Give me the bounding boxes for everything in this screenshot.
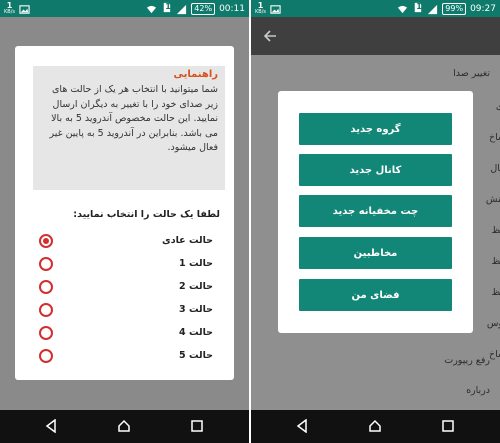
new-group-button[interactable]: گروه جدید [299, 113, 452, 145]
new-secret-chat-button[interactable]: چت مخفیانه جدید [299, 195, 452, 227]
radio-button-selected[interactable] [39, 234, 53, 248]
menu-item-cut[interactable]: حال [490, 163, 500, 174]
option-5[interactable]: حالت 5 [39, 348, 213, 366]
help-text: شما میتوانید با انتخاب هر یک از حالت های… [49, 84, 218, 153]
help-box: راهنمایی شما میتوانید با انتخاب هر یک از… [33, 66, 225, 190]
left-screen: 1 KB/s 1 42% 00:11 راهنمایی شما میتوانید… [0, 0, 249, 443]
menu-item-cut[interactable]: تنظ [491, 256, 500, 267]
sim-number: 1 [416, 2, 422, 11]
option-label: حالت 4 [179, 327, 213, 338]
new-channel-button[interactable]: کانال جدید [299, 154, 452, 186]
recents-icon[interactable] [190, 419, 204, 433]
battery-percent: 99% [442, 3, 467, 15]
radio-button[interactable] [39, 257, 53, 271]
status-time: 00:11 [219, 4, 245, 14]
option-4[interactable]: حالت 4 [39, 325, 213, 343]
wifi-icon [147, 5, 157, 13]
image-icon [270, 4, 281, 14]
contacts-button[interactable]: مخاطبین [299, 237, 452, 269]
home-icon[interactable] [117, 419, 131, 433]
help-title: راهنمایی [173, 69, 218, 80]
option-label: حالت عادی [162, 235, 213, 246]
my-space-button[interactable]: فضای من [299, 279, 452, 311]
app-bar [251, 17, 500, 55]
recents-icon[interactable] [441, 419, 455, 433]
option-3[interactable]: حالت 3 [39, 302, 213, 320]
option-2[interactable]: حالت 2 [39, 279, 213, 297]
menu-item-cut[interactable]: تنظ [491, 287, 500, 298]
network-speed: 1 KB/s [255, 2, 266, 16]
option-1[interactable]: حالت 1 [39, 256, 213, 274]
speed-unit: KB/s [255, 9, 266, 15]
radio-button[interactable] [39, 349, 53, 363]
back-icon[interactable] [44, 419, 58, 433]
menu-item-cut[interactable]: آی [496, 101, 500, 112]
home-icon[interactable] [368, 419, 382, 433]
menu-item-cut[interactable]: ساخ [489, 132, 500, 143]
sim-icon: 1 [412, 2, 423, 16]
radio-button[interactable] [39, 326, 53, 340]
wifi-icon [398, 5, 408, 13]
navigation-bar [0, 410, 249, 443]
option-label: حالت 2 [179, 281, 213, 292]
right-screen: 1 KB/s 1 99% 09:27 تغییر صدا آی ساخ حال … [251, 0, 500, 443]
voice-change-dialog: راهنمایی شما میتوانید با انتخاب هر یک از… [15, 46, 234, 380]
menu-item-cut[interactable]: پوس [487, 318, 500, 329]
sim-number: 1 [165, 2, 171, 11]
back-icon[interactable] [295, 419, 309, 433]
speed-unit: KB/s [4, 9, 15, 15]
status-bar: 1 KB/s 1 42% 00:11 [0, 0, 249, 17]
radio-button[interactable] [39, 303, 53, 317]
arrow-back-icon[interactable] [263, 29, 277, 43]
radio-button[interactable] [39, 280, 53, 294]
image-icon [19, 4, 30, 14]
menu-item-change-voice[interactable]: تغییر صدا [453, 68, 490, 79]
navigation-bar [251, 410, 500, 443]
option-label: حالت 5 [179, 350, 213, 361]
network-speed: 1 KB/s [4, 2, 15, 16]
menu-item-cut[interactable]: منش [486, 194, 500, 205]
signal-icon [428, 4, 438, 14]
signal-icon [177, 4, 187, 14]
menu-item-fix-report[interactable]: رفع ریپورت [444, 355, 490, 366]
menu-item-about[interactable]: درباره [466, 385, 490, 396]
status-time: 09:27 [470, 4, 496, 14]
option-normal[interactable]: حالت عادی [39, 233, 213, 251]
sim-icon: 1 [161, 2, 172, 16]
option-label: حالت 1 [179, 258, 213, 269]
status-bar: 1 KB/s 1 99% 09:27 [251, 0, 500, 17]
menu-item-cut[interactable]: ساخ [489, 349, 500, 360]
battery-percent: 42% [191, 3, 216, 15]
menu-item-cut[interactable]: تنظ [491, 225, 500, 236]
new-menu-popup: گروه جدید کانال جدید چت مخفیانه جدید مخا… [278, 91, 473, 333]
option-label: حالت 3 [179, 304, 213, 315]
select-prompt: لطفا یک حالت را انتخاب نمایید: [73, 209, 220, 220]
